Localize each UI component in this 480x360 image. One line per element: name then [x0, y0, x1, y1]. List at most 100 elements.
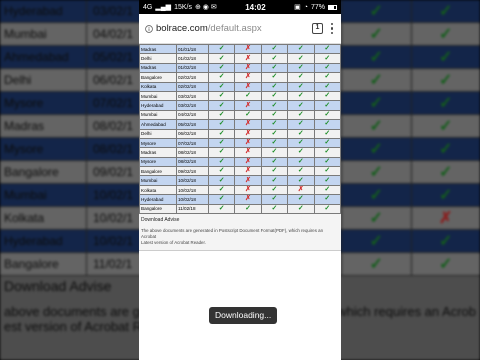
download-advise-heading: Download Advise [141, 217, 180, 224]
status-available: ✓ [313, 119, 341, 130]
status-available: ✓ [313, 184, 341, 196]
row-city[interactable]: Kolkata [139, 184, 177, 196]
check-icon: ✓ [245, 92, 252, 100]
cross-icon: ✗ [245, 101, 252, 109]
row-date: 01/01/18 [176, 44, 209, 55]
status-unavailable: ✗ [234, 128, 262, 139]
check-icon: ✓ [245, 110, 252, 118]
tab-switcher-button[interactable]: 1 [312, 23, 323, 34]
check-icon: ✓ [271, 204, 278, 212]
check-icon: ✓ [271, 120, 278, 128]
cross-icon: ✗ [245, 195, 252, 203]
row-date: 10/02/18 [176, 175, 209, 186]
row-city[interactable]: Hyderabad [139, 194, 177, 205]
check-icon: ✓ [324, 101, 331, 109]
check-icon: ✓ [324, 54, 331, 62]
cross-icon: ✗ [245, 120, 252, 128]
check-icon: ✓ [271, 101, 278, 109]
row-city[interactable]: Delhi [139, 128, 177, 139]
row-city[interactable]: Kolkata [139, 81, 177, 92]
check-icon: ✓ [271, 82, 278, 90]
address-bar[interactable]: bolrace.com/default.aspx [143, 17, 308, 40]
status-available: ✓ [313, 137, 341, 149]
status-available: ✓ [207, 109, 236, 121]
row-city[interactable]: Bangalore [139, 166, 177, 177]
overflow-menu-icon[interactable] [327, 22, 337, 35]
row-city[interactable]: Madras [139, 44, 177, 55]
status-available: ✓ [260, 72, 289, 83]
status-available: ✓ [207, 72, 236, 83]
battery-icon [328, 4, 337, 10]
row-city[interactable]: Mysore [139, 137, 177, 149]
table-row: Kolkata 02/02/18 ✓ ✗ ✓ ✓ ✓ [139, 81, 341, 92]
row-date: 11/02/18 [176, 203, 209, 215]
status-available: ✓ [207, 81, 236, 92]
notification-icons: ⊕ ◉ ✉ [194, 4, 217, 11]
status-available: ✓ [260, 100, 289, 111]
wifi-icon: ◔ [303, 3, 308, 11]
status-available: ✓ [260, 203, 289, 215]
row-city[interactable]: Ahmedabad [139, 119, 177, 130]
status-available: ✓ [207, 147, 236, 158]
row-city[interactable]: Bangalore [139, 72, 177, 83]
row-date: 08/02/18 [176, 156, 209, 168]
status-available: ✓ [207, 90, 236, 102]
row-city[interactable]: Madras [139, 147, 177, 158]
results-table: Madras 01/01/18 ✓ ✗ ✓ ✓ ✓ Delhi 01/02/18 ✓ ✗ ✓ ✓ ✓ Mad… [139, 44, 341, 215]
row-city[interactable]: Delhi [139, 53, 177, 64]
check-icon: ✓ [271, 129, 278, 137]
status-available: ✓ [313, 81, 341, 92]
battery-percent: 77% [310, 3, 325, 11]
status-available: ✓ [207, 184, 236, 196]
row-city[interactable]: Mumbai [139, 175, 177, 186]
check-icon: ✓ [324, 82, 331, 90]
status-right: ▣ ◔ 77% [294, 3, 337, 11]
status-available: ✓ [287, 203, 315, 215]
check-icon: ✓ [271, 186, 278, 194]
table-row: Madras 08/02/18 ✓ ✗ ✓ ✓ ✓ [139, 147, 341, 158]
table-row: Delhi 01/02/18 ✓ ✗ ✓ ✓ ✓ [139, 53, 341, 64]
row-city[interactable]: Mumbai [139, 90, 177, 102]
status-available: ✓ [207, 119, 236, 130]
cross-icon: ✗ [245, 186, 252, 194]
status-available: ✓ [260, 184, 289, 196]
row-city[interactable]: Madras [139, 62, 177, 74]
url-path: /default.aspx [207, 23, 262, 34]
status-unavailable: ✗ [234, 147, 262, 158]
status-available: ✓ [207, 166, 236, 177]
check-icon: ✓ [218, 139, 225, 147]
row-date: 08/02/18 [176, 147, 209, 158]
status-unavailable: ✗ [234, 184, 262, 196]
row-city[interactable]: Mumbai [139, 109, 177, 121]
table-row: Mysore 08/02/18 ✓ ✗ ✓ ✓ ✓ [139, 156, 341, 168]
info-icon[interactable] [145, 24, 153, 33]
status-available: ✓ [287, 109, 315, 121]
cross-icon: ✗ [245, 167, 252, 175]
cross-icon: ✗ [245, 129, 252, 137]
check-icon: ✓ [324, 176, 331, 184]
table-row: Kolkata 10/02/18 ✓ ✗ ✓ ✗ ✓ [139, 184, 341, 196]
row-date: 05/02/18 [176, 119, 209, 130]
row-date: 03/02/18 [176, 100, 209, 111]
status-available: ✓ [287, 53, 315, 64]
row-city[interactable]: Bangalore [139, 203, 177, 215]
status-available: ✓ [260, 53, 289, 64]
row-city[interactable]: Hyderabad [139, 100, 177, 111]
browser-toolbar: bolrace.com/default.aspx 1 [139, 14, 341, 44]
row-city[interactable]: Mysore [139, 156, 177, 168]
status-available: ✓ [313, 128, 341, 139]
clock: 14:02 [245, 2, 266, 12]
check-icon: ✓ [218, 63, 225, 71]
check-icon: ✓ [324, 186, 331, 194]
row-date: 02/02/18 [176, 72, 209, 83]
check-icon: ✓ [297, 148, 304, 156]
status-unavailable: ✗ [234, 137, 262, 149]
check-icon: ✓ [271, 176, 278, 184]
check-icon: ✓ [218, 110, 225, 118]
status-available: ✓ [260, 128, 289, 139]
status-unavailable: ✗ [234, 100, 262, 111]
table-row: Delhi 06/02/18 ✓ ✗ ✓ ✓ ✓ [139, 128, 341, 139]
status-unavailable: ✗ [234, 119, 262, 130]
table-row: Bangalore 11/02/18 ✓ ✓ ✓ ✓ ✓ [139, 203, 341, 215]
status-available: ✓ [260, 166, 289, 177]
